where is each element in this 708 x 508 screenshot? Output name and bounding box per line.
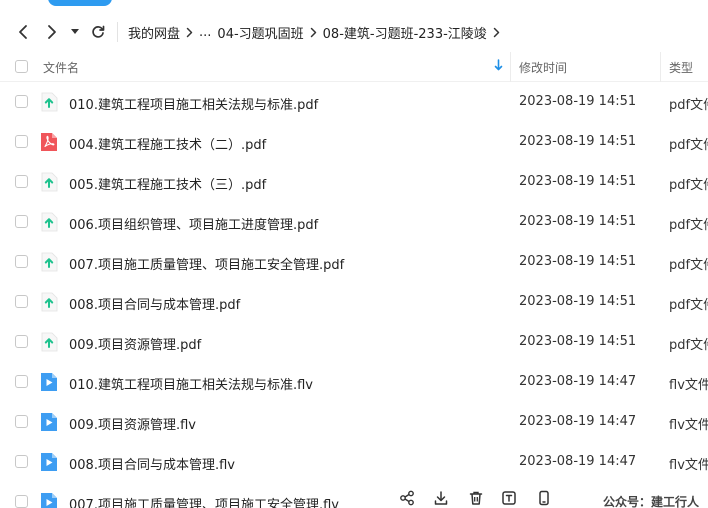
row-checkbox[interactable] (15, 335, 28, 348)
file-name[interactable]: 008.项目合同与成本管理.pdf (69, 294, 240, 313)
breadcrumb-folder-04[interactable]: 04-习题巩固班 (217, 23, 303, 42)
file-modified-time: 2023-08-19 14:51 (519, 134, 637, 149)
row-checkbox[interactable] (15, 215, 28, 228)
caret-down-icon (71, 29, 79, 34)
watermark-text: 公众号：建工行人 (603, 495, 700, 508)
chevron-right-icon (48, 25, 56, 39)
row-checkbox[interactable] (15, 455, 28, 468)
video-play-icon (40, 492, 58, 508)
file-modified-time: 2023-08-19 14:51 (519, 294, 637, 309)
file-name[interactable]: 008.项目合同与成本管理.flv (69, 454, 235, 473)
column-header-type[interactable]: 类型 (669, 59, 693, 76)
row-checkbox[interactable] (15, 135, 28, 148)
video-play-icon (40, 412, 58, 432)
file-name[interactable]: 009.项目资源管理.flv (69, 414, 196, 433)
breadcrumb-chevron-icon (310, 27, 317, 38)
file-row[interactable]: 007.项目施工质量管理、项目施工安全管理.pdf 2023-08-19 14:5… (0, 242, 708, 282)
file-type: flv文件 (669, 378, 708, 393)
file-type: pdf文件 (669, 338, 708, 353)
file-modified-time: 2023-08-19 14:51 (519, 94, 637, 109)
file-row[interactable]: 008.项目合同与成本管理.flv 2023-08-19 14:47 flv文件 (0, 442, 708, 482)
download-icon[interactable] (433, 490, 449, 506)
row-checkbox[interactable] (15, 415, 28, 428)
file-row[interactable]: 004.建筑工程施工技术（二）.pdf 2023-08-19 14:51 pdf文件 (0, 122, 708, 162)
file-type: pdf文件 (669, 298, 708, 313)
video-play-icon (40, 372, 58, 392)
nav-divider (117, 22, 118, 42)
file-modified-time: 2023-08-19 14:51 (519, 254, 637, 269)
breadcrumb-chevron-icon (493, 27, 500, 38)
breadcrumb-current-folder[interactable]: 08-建筑-习题班-233-江陵竣 (323, 23, 487, 42)
column-divider[interactable] (660, 52, 661, 82)
file-type: flv文件 (669, 418, 708, 433)
file-name[interactable]: 010.建筑工程项目施工相关法规与标准.flv (69, 374, 313, 393)
text-extract-icon[interactable] (501, 490, 517, 506)
chevron-left-icon (19, 25, 27, 39)
upload-arrow-icon (40, 172, 58, 192)
file-row[interactable]: 010.建筑工程项目施工相关法规与标准.flv 2023-08-19 14:47 f… (0, 362, 708, 402)
upload-button[interactable] (48, 0, 112, 6)
refresh-icon (92, 25, 105, 38)
file-row[interactable]: 005.建筑工程施工技术（三）.pdf 2023-08-19 14:51 pdf文件 (0, 162, 708, 202)
file-list-header: 文件名 修改时间 类型 (0, 52, 708, 82)
breadcrumb-ellipsis[interactable]: ... (199, 25, 211, 40)
file-name[interactable]: 007.项目施工质量管理、项目施工安全管理.flv (69, 494, 339, 508)
file-modified-time: 2023-08-19 14:51 (519, 334, 637, 349)
upload-arrow-icon (40, 92, 58, 112)
share-icon[interactable] (399, 490, 415, 506)
file-name[interactable]: 004.建筑工程施工技术（二）.pdf (69, 134, 266, 153)
row-checkbox[interactable] (15, 375, 28, 388)
file-type: pdf文件 (669, 258, 708, 273)
column-header-name[interactable]: 文件名 (43, 59, 79, 76)
file-modified-time: 2023-08-19 14:47 (519, 374, 637, 389)
file-name[interactable]: 010.建筑工程项目施工相关法规与标准.pdf (69, 94, 318, 113)
file-modified-time: 2023-08-19 14:51 (519, 214, 637, 229)
row-checkbox[interactable] (15, 495, 28, 508)
navigation-bar: 我的网盘 ... 04-习题巩固班 08-建筑-习题班-233-江陵竣 (0, 14, 708, 50)
file-list: 010.建筑工程项目施工相关法规与标准.pdf 2023-08-19 14:51 p… (0, 82, 708, 508)
row-checkbox[interactable] (15, 95, 28, 108)
file-modified-time: 2023-08-19 14:51 (519, 174, 637, 189)
back-button[interactable] (13, 22, 33, 42)
upload-arrow-icon (40, 332, 58, 352)
breadcrumb-chevron-icon (186, 27, 193, 38)
file-row[interactable]: 006.项目组织管理、项目施工进度管理.pdf 2023-08-19 14:51 p… (0, 202, 708, 242)
file-modified-time: 2023-08-19 14:47 (519, 414, 637, 429)
file-modified-time: 2023-08-19 14:47 (519, 454, 637, 469)
pdf-icon (40, 132, 58, 152)
file-name[interactable]: 009.项目资源管理.pdf (69, 334, 201, 353)
file-row[interactable]: 009.项目资源管理.flv 2023-08-19 14:47 flv文件 (0, 402, 708, 442)
file-type: pdf文件 (669, 138, 708, 153)
forward-button[interactable] (42, 22, 62, 42)
history-dropdown[interactable] (68, 22, 82, 42)
file-row[interactable]: 008.项目合同与成本管理.pdf 2023-08-19 14:51 pdf文件 (0, 282, 708, 322)
row-checkbox[interactable] (15, 175, 28, 188)
upload-arrow-icon (40, 212, 58, 232)
upload-arrow-icon (40, 292, 58, 312)
column-header-time[interactable]: 修改时间 (519, 59, 567, 76)
breadcrumb-root[interactable]: 我的网盘 (128, 23, 180, 42)
file-type: pdf文件 (669, 218, 708, 233)
row-checkbox[interactable] (15, 295, 28, 308)
refresh-button[interactable] (88, 22, 108, 42)
file-name[interactable]: 006.项目组织管理、项目施工进度管理.pdf (69, 214, 318, 233)
file-type: flv文件 (669, 458, 708, 473)
delete-icon[interactable] (468, 490, 484, 506)
file-type: pdf文件 (669, 98, 708, 113)
file-row[interactable]: 010.建筑工程项目施工相关法规与标准.pdf 2023-08-19 14:51 p… (0, 82, 708, 122)
file-type: pdf文件 (669, 178, 708, 193)
upload-arrow-icon (40, 252, 58, 272)
phone-icon[interactable] (536, 490, 552, 506)
file-name[interactable]: 007.项目施工质量管理、项目施工安全管理.pdf (69, 254, 344, 273)
sort-arrow-icon[interactable] (494, 59, 503, 74)
column-divider[interactable] (510, 52, 511, 82)
file-name[interactable]: 005.建筑工程施工技术（三）.pdf (69, 174, 266, 193)
row-checkbox[interactable] (15, 255, 28, 268)
video-play-icon (40, 452, 58, 472)
file-row[interactable]: 009.项目资源管理.pdf 2023-08-19 14:51 pdf文件 (0, 322, 708, 362)
select-all-checkbox[interactable] (15, 60, 28, 73)
breadcrumb: 我的网盘 ... 04-习题巩固班 08-建筑-习题班-233-江陵竣 (128, 14, 506, 50)
